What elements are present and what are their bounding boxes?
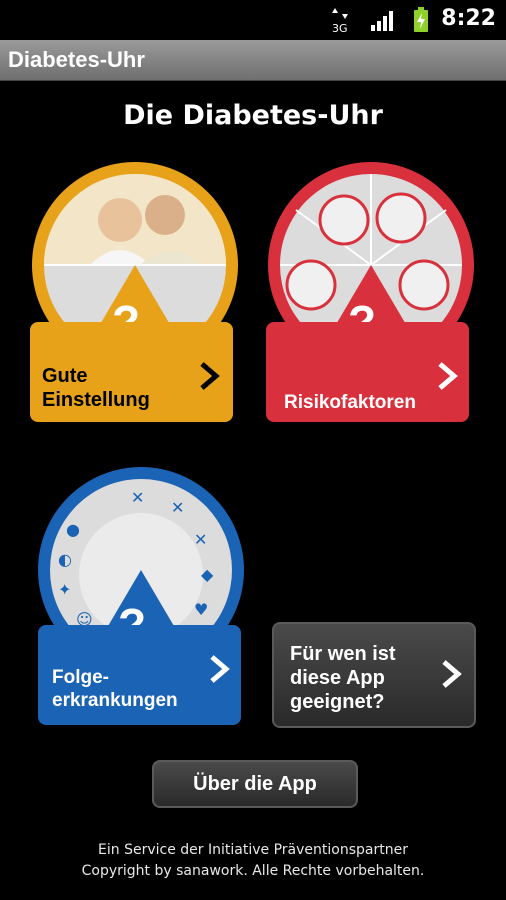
fuer-wen-label-2: diese App — [290, 667, 385, 689]
fuer-wen-button[interactable]: Für wen ist diese App geeignet? — [272, 622, 476, 728]
svg-text:✕: ✕ — [171, 498, 184, 517]
risikofaktoren-label: Risikofaktoren — [284, 392, 416, 413]
ueber-die-app-button[interactable]: Über die App — [152, 760, 358, 808]
folgeerkrankungen-button[interactable]: Folge- erkrankungen — [38, 625, 241, 725]
footer-line-2: Copyright by sanawork. Alle Rechte vorbe… — [81, 863, 425, 879]
folgeerkrankungen-label-1: Folge- — [52, 667, 109, 688]
battery-icon — [413, 7, 429, 37]
svg-text:✕: ✕ — [131, 488, 144, 507]
footer-line-1: Ein Service der Initiative Präventionspa… — [98, 842, 408, 858]
page-title: Die Diabetes-Uhr — [123, 100, 383, 131]
svg-text:✦: ✦ — [58, 580, 71, 599]
chevron-right-icon — [208, 655, 230, 687]
fuer-wen-label-3: geeignet? — [290, 691, 385, 713]
gute-einstellung-label-1: Gute — [42, 365, 88, 387]
chevron-right-icon — [440, 660, 462, 692]
app-bar: Diabetes-Uhr — [0, 40, 506, 81]
signal-icon — [370, 10, 396, 36]
gute-einstellung-label-2: Einstellung — [42, 389, 150, 411]
chevron-right-icon — [198, 362, 220, 394]
svg-text:3G: 3G — [332, 22, 348, 34]
risikofaktoren-button[interactable]: Risikofaktoren — [266, 322, 469, 422]
status-bar: 3G 8:22 — [0, 0, 506, 40]
app-title: Diabetes-Uhr — [8, 47, 145, 72]
chevron-right-icon — [436, 362, 458, 394]
svg-text:◆: ◆ — [201, 565, 214, 584]
status-time: 8:22 — [441, 6, 496, 31]
fuer-wen-label-1: Für wen ist — [290, 643, 396, 665]
network-3g-icon: 3G — [330, 6, 352, 38]
svg-text:✕: ✕ — [194, 530, 207, 549]
svg-text:♥: ♥ — [194, 600, 208, 619]
svg-text:◐: ◐ — [58, 550, 72, 569]
ueber-die-app-label: Über die App — [193, 773, 317, 795]
svg-text:●: ● — [66, 520, 80, 539]
gute-einstellung-button[interactable]: Gute Einstellung — [30, 322, 233, 422]
folgeerkrankungen-label-2: erkrankungen — [52, 689, 178, 711]
